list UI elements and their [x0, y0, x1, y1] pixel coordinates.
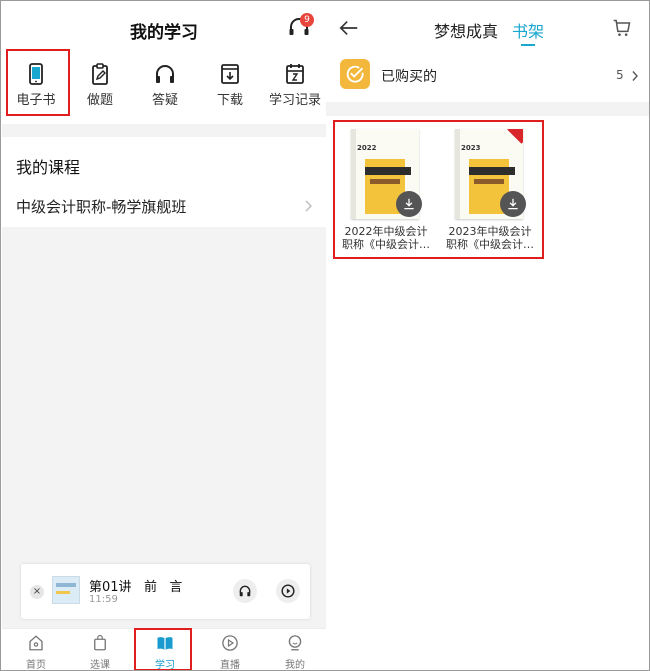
highlight-box-study-tab: [134, 628, 192, 670]
my-courses-section: 我的课程 中级会计职称-畅学旗舰班: [2, 137, 326, 227]
grid-item-label: 下载: [216, 93, 243, 108]
tab-live[interactable]: 直播: [198, 629, 262, 671]
purchased-label: 已购买的: [381, 69, 437, 85]
download-folder-icon: [221, 64, 239, 84]
grid-item-label: 做题: [86, 93, 113, 108]
headphones-icon: [239, 585, 251, 597]
purchased-books-row[interactable]: 已购买的 5: [326, 54, 649, 100]
grid-item-download[interactable]: 下载: [198, 58, 262, 114]
page-title: 我的学习: [130, 23, 198, 43]
lecture-duration: 11:59: [89, 594, 118, 605]
chevron-right-icon: [305, 200, 312, 212]
tab-dream-come-true[interactable]: 梦想成真: [434, 18, 498, 42]
tab-label: 首页: [26, 660, 46, 671]
lecture-thumbnail: [52, 576, 80, 604]
mini-player[interactable]: × 第01讲 前 言 11:59: [21, 564, 310, 619]
grid-item-exercise[interactable]: 做题: [68, 58, 132, 114]
thumbnail-decoration: [56, 583, 76, 587]
tab-mine[interactable]: 我的: [263, 629, 326, 671]
section-divider: [326, 102, 649, 116]
headphones-icon: [156, 65, 174, 83]
profile-icon: [288, 635, 302, 651]
purchased-icon: [340, 59, 370, 89]
course-name: 中级会计职称-畅学旗舰班: [16, 198, 187, 216]
grid-item-study-record[interactable]: 学习记录: [263, 58, 326, 114]
highlight-box-books: [333, 120, 544, 259]
highlight-box-ebook: [6, 49, 70, 116]
bookshelf-screen: 梦想成真 书架 已购买的 5 2022 2022年中级会计 职称《中级会计… 2…: [326, 2, 649, 670]
grid-item-label: 学习记录: [268, 93, 321, 108]
tab-bookshelf[interactable]: 书架: [512, 18, 544, 42]
clipboard-edit-icon: [92, 63, 108, 85]
grid-item-label: 答疑: [151, 93, 178, 108]
screenshot-root: 我的学习 9 电子书 做题 答疑 下载 学习记录 我的课程 中级会计职称-畅学旗…: [0, 0, 650, 671]
notification-badge: 9: [300, 13, 314, 27]
study-header: 我的学习 9 电子书 做题 答疑 下载 学习记录: [2, 2, 326, 124]
tab-home[interactable]: 首页: [4, 629, 68, 671]
audio-mode-button[interactable]: [233, 579, 257, 603]
course-list-item[interactable]: 中级会计职称-畅学旗舰班: [2, 191, 326, 225]
section-title: 我的课程: [16, 158, 81, 177]
close-player-button[interactable]: ×: [30, 585, 44, 599]
shopping-cart-icon[interactable]: [612, 18, 632, 38]
shopping-bag-icon: [94, 634, 106, 651]
tab-label: 我的: [285, 660, 305, 671]
calendar-icon: [286, 64, 304, 84]
purchased-count: 5: [616, 68, 624, 82]
back-arrow-icon[interactable]: [338, 17, 360, 39]
thumbnail-decoration: [56, 591, 70, 594]
play-circle-icon: [222, 635, 238, 651]
tab-courses[interactable]: 选课: [68, 629, 132, 671]
tab-label: 选课: [90, 660, 110, 671]
my-study-screen: 我的学习 9 电子书 做题 答疑 下载 学习记录 我的课程 中级会计职称-畅学旗…: [2, 2, 326, 671]
grid-item-qa[interactable]: 答疑: [133, 58, 197, 114]
home-icon: [29, 635, 43, 651]
lecture-title: 第01讲 前 言: [89, 580, 183, 595]
play-circle-icon: [281, 584, 295, 598]
chevron-right-icon: [632, 71, 638, 81]
play-button[interactable]: [276, 579, 300, 603]
check-circle-icon: [346, 65, 364, 83]
active-tab-indicator: [521, 44, 535, 46]
tab-label: 直播: [220, 660, 240, 671]
